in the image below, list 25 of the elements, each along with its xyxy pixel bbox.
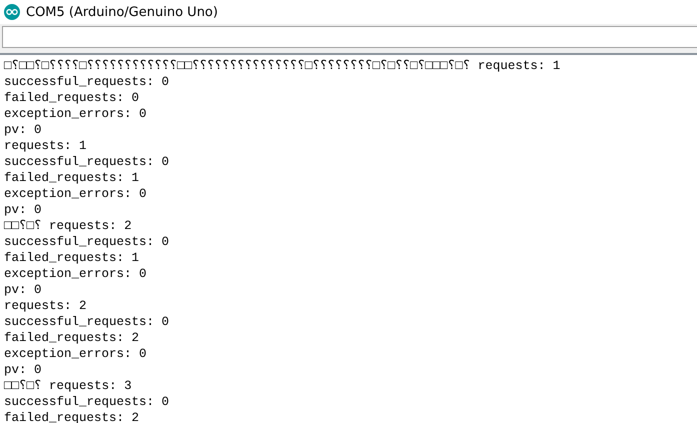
output-line: pv: 0	[4, 282, 43, 298]
output-line: failed_requests: 0	[4, 90, 140, 106]
output-line: requests: 2	[4, 298, 88, 314]
output-line: successful_requests: 0	[4, 74, 170, 90]
output-line: successful_requests: 0	[4, 394, 170, 410]
output-line: pv: 0	[4, 202, 43, 218]
output-line: successful_requests: 0	[4, 234, 170, 250]
output-line: failed_requests: 1	[4, 250, 140, 266]
output-line: successful_requests: 0	[4, 314, 170, 330]
output-line: □⸮□□⸮□⸮⸮⸮⸮□⸮⸮⸮⸮⸮⸮⸮⸮⸮⸮⸮⸮□□⸮⸮⸮⸮⸮⸮⸮⸮⸮⸮⸮⸮⸮⸮⸮□⸮⸮⸮⸮⸮⸮⸮⸮□⸮□⸮⸮□⸮□□□⸮□⸮ requests: 1	[4, 58, 562, 74]
output-line: exception_errors: 0	[4, 266, 148, 282]
send-input-field[interactable]	[2, 26, 697, 48]
output-line: requests: 1	[4, 138, 88, 154]
output-line: □□⸮□⸮ requests: 2	[4, 218, 133, 234]
output-line: exception_errors: 0	[4, 106, 148, 122]
output-line: failed_requests: 2	[4, 330, 140, 346]
window-title: COM5 (Arduino/Genuino Uno)	[26, 4, 218, 20]
app-logo-icon	[4, 4, 20, 20]
output-line: exception_errors: 0	[4, 346, 148, 362]
output-line: failed_requests: 1	[4, 170, 140, 186]
output-line: exception_errors: 0	[4, 186, 148, 202]
output-line: pv: 0	[4, 362, 43, 378]
output-line: □□⸮□⸮ requests: 3	[4, 378, 133, 394]
output-line: successful_requests: 0	[4, 154, 170, 170]
output-line: pv: 0	[4, 122, 43, 138]
